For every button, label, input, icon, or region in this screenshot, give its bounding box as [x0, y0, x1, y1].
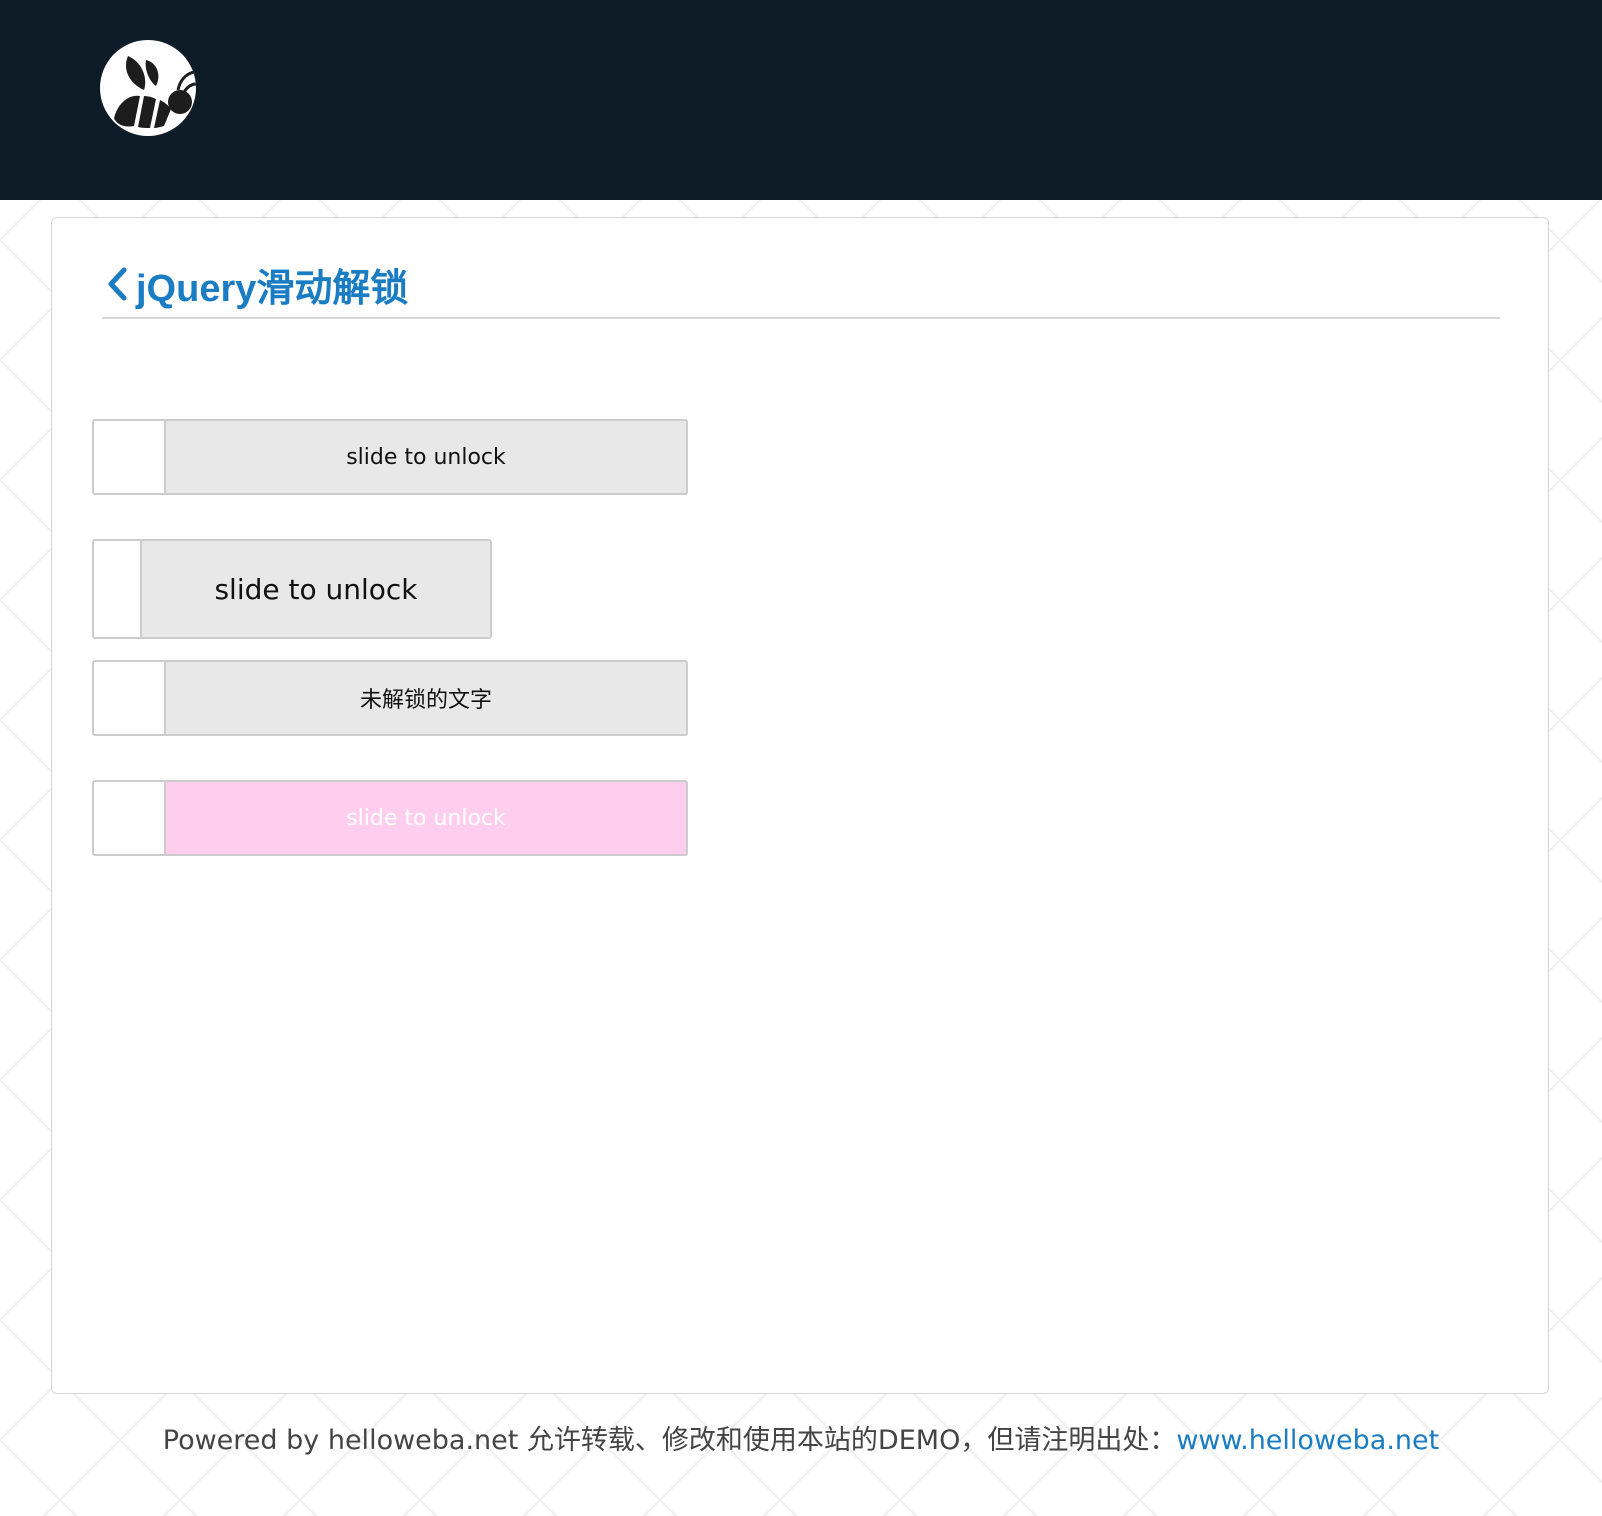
title-divider [102, 317, 1500, 319]
slider-handle[interactable] [94, 782, 166, 854]
footer-text: Powered by helloweba.net 允许转载、修改和使用本站的DE… [162, 1425, 1177, 1456]
slide-unlock-slider-3[interactable]: 未解锁的文字 [92, 660, 688, 736]
title-row: jQuery滑动解锁 [104, 254, 408, 314]
slide-unlock-slider-2[interactable]: slide to unlock [92, 539, 492, 639]
chevron-left-icon[interactable] [104, 264, 130, 304]
slider-label: slide to unlock [346, 444, 506, 470]
site-header [0, 0, 1602, 200]
slider-label: 未解锁的文字 [359, 688, 492, 713]
page-footer: Powered by helloweba.net 允许转载、修改和使用本站的DE… [0, 1418, 1602, 1457]
bee-logo-icon[interactable] [100, 40, 196, 136]
content-card: jQuery滑动解锁 slide to unlock slide to unlo… [51, 217, 1549, 1394]
slider-handle[interactable] [94, 541, 142, 637]
page-title: jQuery滑动解锁 [136, 267, 409, 310]
slider-handle[interactable] [94, 421, 166, 493]
slide-unlock-slider-pink[interactable]: slide to unlock [92, 780, 688, 856]
slider-handle[interactable] [94, 662, 166, 734]
slider-label: slide to unlock [214, 572, 418, 606]
slide-unlock-slider-1[interactable]: slide to unlock [92, 419, 688, 495]
footer-link[interactable]: www.helloweba.net [1176, 1425, 1439, 1456]
slider-label: slide to unlock [346, 805, 506, 831]
